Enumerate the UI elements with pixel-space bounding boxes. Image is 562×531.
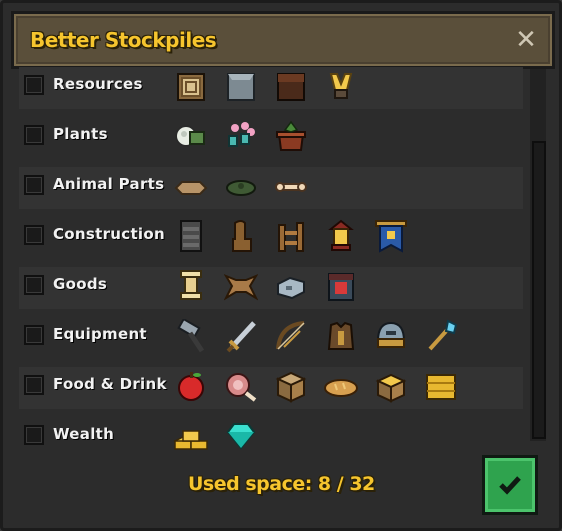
lantern-icon[interactable] xyxy=(323,219,359,253)
category-row-goods[interactable]: Goods xyxy=(19,267,523,309)
bread-icon[interactable] xyxy=(323,369,359,403)
flower-seeds-icon[interactable] xyxy=(223,119,259,153)
checkbox-resources[interactable] xyxy=(24,75,44,95)
gem-box-icon[interactable] xyxy=(323,269,359,303)
bone-icon[interactable] xyxy=(273,169,309,203)
stone-block-icon[interactable] xyxy=(223,69,259,103)
window-header: Better Stockpiles ✕ xyxy=(11,11,555,69)
pelt-icon[interactable] xyxy=(223,269,259,303)
checkmark-icon xyxy=(499,476,521,495)
diamond-icon[interactable] xyxy=(223,419,259,451)
category-row-animal-parts[interactable]: Animal Parts xyxy=(19,167,523,209)
checkbox-goods[interactable] xyxy=(24,275,44,295)
category-label: Food & Drink xyxy=(53,375,167,393)
wood-log-icon[interactable] xyxy=(173,69,209,103)
category-label: Resources xyxy=(53,75,143,93)
crate-icon[interactable] xyxy=(273,369,309,403)
close-icon[interactable]: ✕ xyxy=(514,27,538,53)
hammer-icon[interactable] xyxy=(173,319,209,353)
gold-bars-icon[interactable] xyxy=(173,419,209,451)
metal-bar-icon[interactable] xyxy=(273,269,309,303)
chair-icon[interactable] xyxy=(223,219,259,253)
category-label: Goods xyxy=(53,275,108,293)
category-row-construction[interactable]: Construction xyxy=(19,217,523,259)
grain-crate-icon[interactable] xyxy=(373,369,409,403)
checkbox-equipment[interactable] xyxy=(24,325,44,345)
category-label: Equipment xyxy=(53,325,147,343)
checkbox-plants[interactable] xyxy=(24,125,44,145)
category-row-plants[interactable]: Plants xyxy=(19,117,523,159)
banner-icon[interactable] xyxy=(373,219,409,253)
category-row-equipment[interactable]: Equipment xyxy=(19,317,523,359)
helmet-icon[interactable] xyxy=(373,319,409,353)
category-label: Wealth xyxy=(53,425,115,443)
dark-wood-icon[interactable] xyxy=(273,69,309,103)
staff-icon[interactable] xyxy=(423,319,459,353)
category-row-resources[interactable]: Resources xyxy=(19,67,523,109)
bow-icon[interactable] xyxy=(273,319,309,353)
ham-icon[interactable] xyxy=(223,369,259,403)
hide-icon[interactable] xyxy=(173,169,209,203)
confirm-button[interactable] xyxy=(482,455,538,515)
stockpile-window: Better Stockpiles ✕ Resources Plants Ani… xyxy=(0,0,562,531)
category-label: Construction xyxy=(53,225,165,243)
category-row-wealth[interactable]: Wealth xyxy=(19,417,523,451)
leather-armor-icon[interactable] xyxy=(323,319,359,353)
window-title: Better Stockpiles xyxy=(30,28,217,52)
category-label: Animal Parts xyxy=(53,175,165,193)
cotton-bundle-icon[interactable] xyxy=(173,119,209,153)
fence-icon[interactable] xyxy=(273,219,309,253)
checkbox-animal-parts[interactable] xyxy=(24,175,44,195)
pedestal-icon[interactable] xyxy=(173,269,209,303)
hay-bale-icon[interactable] xyxy=(423,369,459,403)
scrollbar-thumb[interactable] xyxy=(532,141,546,439)
door-panel-icon[interactable] xyxy=(173,219,209,253)
category-list: Resources Plants Animal Parts Constructi… xyxy=(19,67,523,451)
turtle-shell-icon[interactable] xyxy=(223,169,259,203)
checkbox-construction[interactable] xyxy=(24,225,44,245)
gold-ore-icon[interactable] xyxy=(323,69,359,103)
used-space-label: Used space: 8 / 32 xyxy=(188,473,375,495)
category-row-food-drink[interactable]: Food & Drink xyxy=(19,367,523,409)
checkbox-wealth[interactable] xyxy=(24,425,44,445)
category-label: Plants xyxy=(53,125,108,143)
checkbox-food-drink[interactable] xyxy=(24,375,44,395)
sword-icon[interactable] xyxy=(223,319,259,353)
potted-plant-icon[interactable] xyxy=(273,119,309,153)
apple-icon[interactable] xyxy=(173,369,209,403)
